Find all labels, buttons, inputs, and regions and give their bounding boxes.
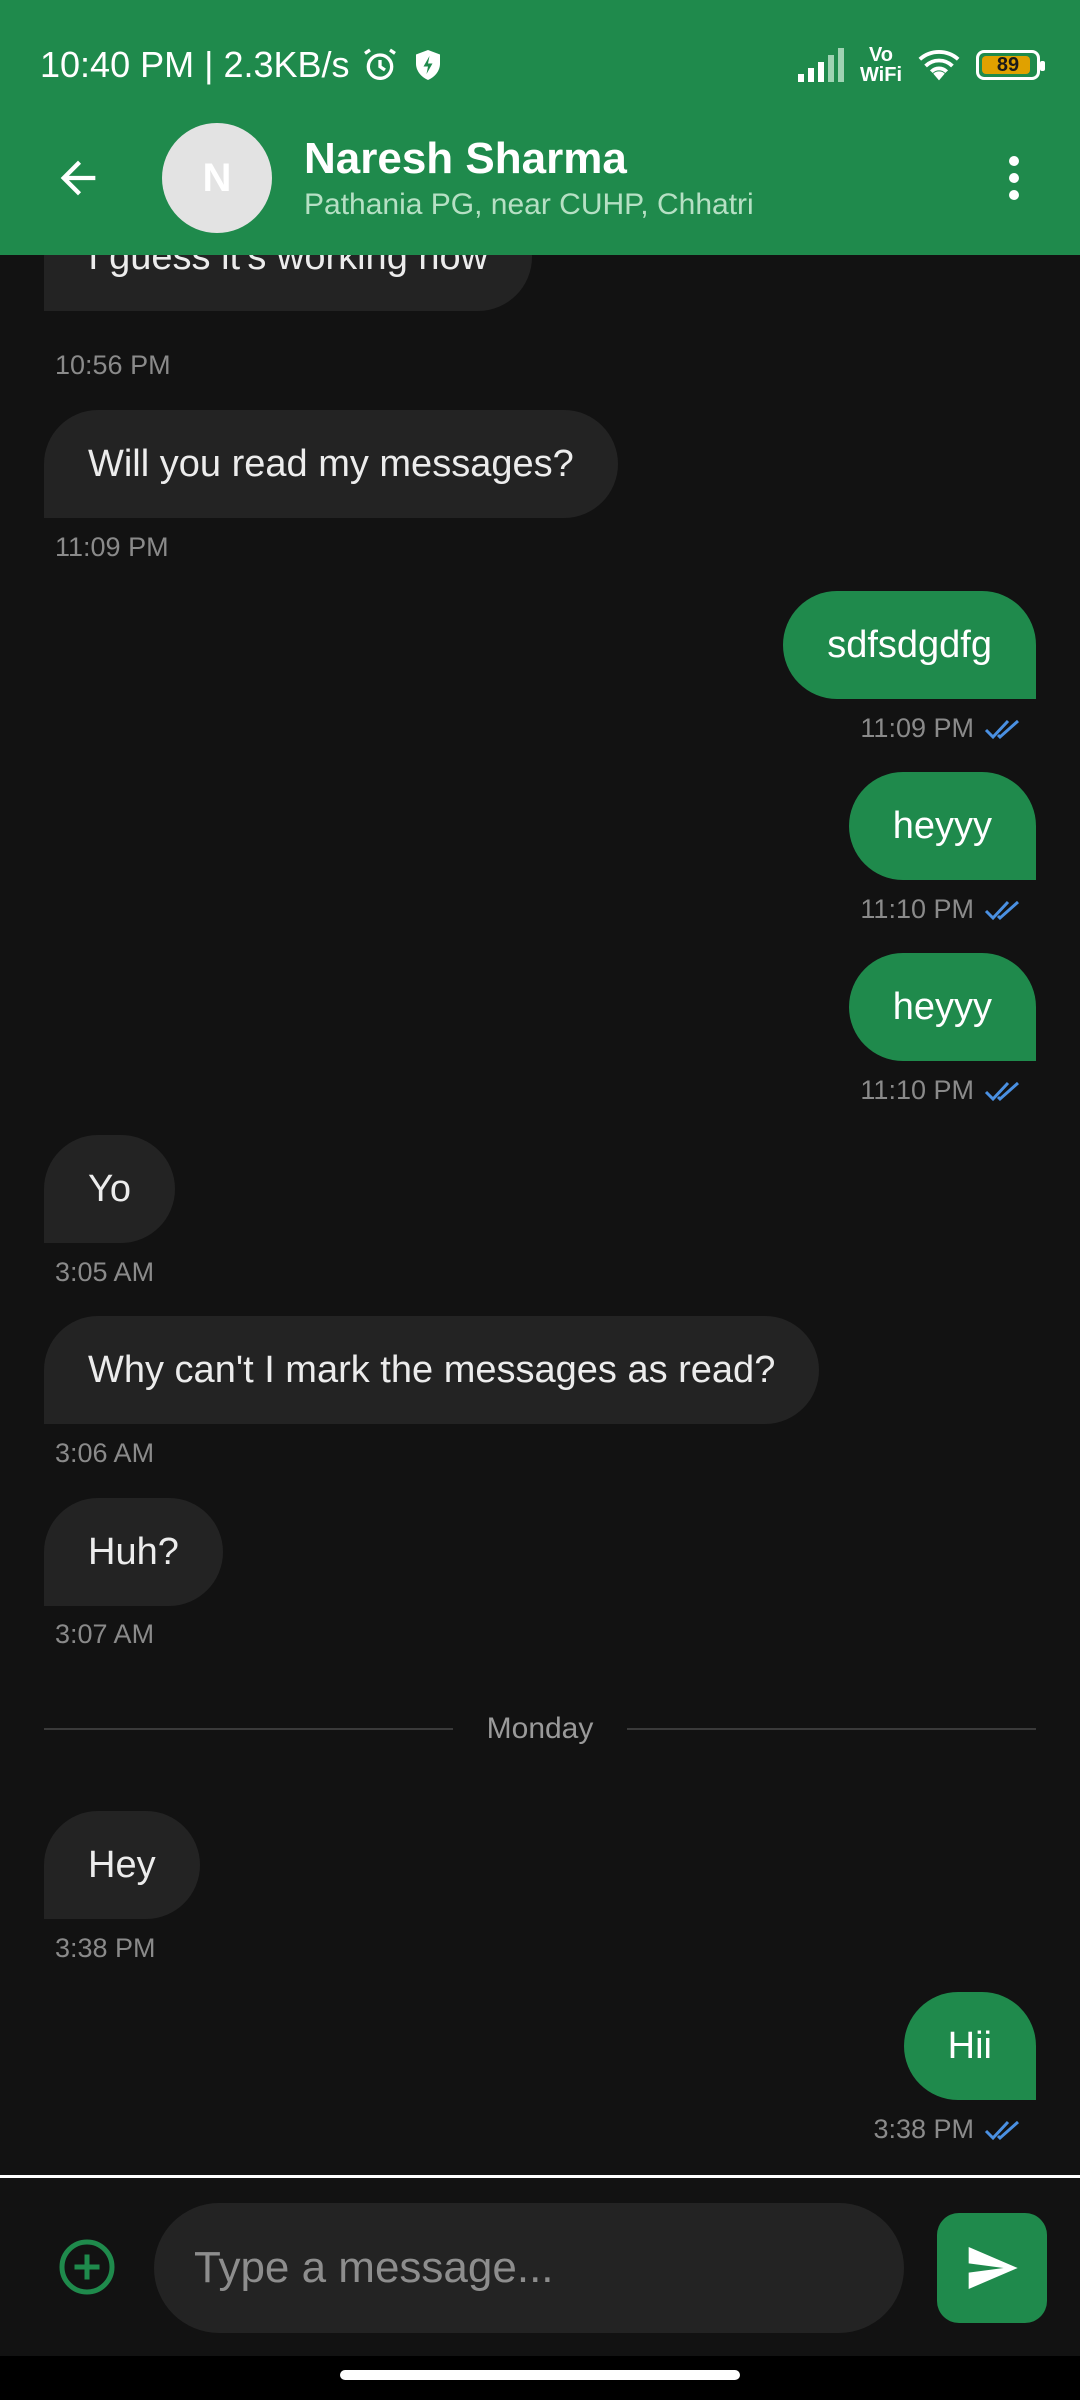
- message-time: 3:06 AM: [55, 1438, 155, 1468]
- message-bubble-incoming[interactable]: Hey: [44, 1811, 200, 1919]
- message-bubble-outgoing[interactable]: sdfsdgdfg: [783, 591, 1036, 699]
- more-options-button[interactable]: [974, 138, 1054, 218]
- message-list[interactable]: I guess it's working now 10:56 PM Will y…: [0, 255, 1080, 2175]
- send-button[interactable]: [937, 2213, 1047, 2323]
- message-bubble-outgoing[interactable]: Hii: [903, 1992, 1036, 2100]
- attach-button[interactable]: [50, 2230, 124, 2304]
- alarm-icon: [360, 45, 400, 85]
- message-time: 3:05 AM: [55, 1257, 155, 1287]
- home-indicator[interactable]: [340, 2370, 740, 2380]
- add-circle-icon: [59, 2239, 115, 2295]
- more-vert-icon: [1009, 156, 1019, 200]
- back-button[interactable]: [38, 138, 118, 218]
- status-bar: 10:40 PM | 2.3KB/s Vo WiFi 89: [40, 38, 1045, 92]
- signal-icon: [797, 48, 846, 82]
- message-time: 11:09 PM: [55, 532, 169, 562]
- top-bar: 10:40 PM | 2.3KB/s Vo WiFi 89 N Naresh S…: [0, 0, 1080, 255]
- contact-info[interactable]: Naresh Sharma Pathania PG, near CUHP, Ch…: [304, 134, 754, 222]
- message-time: 11:10 PM: [860, 894, 1022, 925]
- app-bar: N Naresh Sharma Pathania PG, near CUHP, …: [0, 118, 1080, 238]
- shield-bolt-icon: [410, 45, 446, 85]
- message-bubble-incoming[interactable]: Why can't I mark the messages as read?: [44, 1316, 820, 1424]
- double-check-icon: [984, 719, 1019, 739]
- message-time: 10:56 PM: [55, 350, 171, 380]
- message-input[interactable]: [154, 2203, 904, 2333]
- double-check-icon: [984, 2120, 1019, 2140]
- message-bubble-incoming[interactable]: Huh?: [44, 1498, 223, 1606]
- battery-icon: 89: [976, 50, 1045, 80]
- chat-screen: 10:40 PM | 2.3KB/s Vo WiFi 89 N Naresh S…: [0, 0, 1080, 2400]
- message-time: 3:38 PM: [55, 1933, 156, 1963]
- double-check-icon: [984, 1081, 1019, 1101]
- avatar[interactable]: N: [162, 123, 272, 233]
- message-bubble-incoming[interactable]: I guess it's working now: [44, 255, 533, 311]
- message-time: 11:09 PM: [860, 713, 1022, 744]
- date-divider: Monday: [44, 1709, 1037, 1749]
- double-check-icon: [984, 900, 1019, 920]
- message-bubble-outgoing[interactable]: heyyy: [848, 772, 1036, 880]
- contact-name: Naresh Sharma: [304, 134, 627, 183]
- message-composer: [0, 2178, 1080, 2356]
- status-time-speed: 10:40 PM | 2.3KB/s: [40, 44, 350, 85]
- date-divider-label: Monday: [486, 1712, 594, 1745]
- message-time: 3:07 AM: [55, 1619, 155, 1649]
- message-time: 3:38 PM: [873, 2114, 1022, 2145]
- message-time: 11:10 PM: [860, 1075, 1022, 1106]
- send-icon: [968, 2247, 1018, 2289]
- contact-subtitle: Pathania PG, near CUHP, Chhatri: [304, 188, 754, 221]
- vowifi-icon: Vo WiFi: [859, 44, 902, 86]
- back-arrow-icon: [60, 160, 96, 196]
- wifi-icon: [916, 47, 962, 83]
- message-bubble-incoming[interactable]: Will you read my messages?: [44, 410, 618, 518]
- message-bubble-incoming[interactable]: Yo: [44, 1135, 175, 1243]
- gesture-bar: [0, 2356, 1080, 2400]
- message-bubble-outgoing[interactable]: heyyy: [848, 953, 1036, 1061]
